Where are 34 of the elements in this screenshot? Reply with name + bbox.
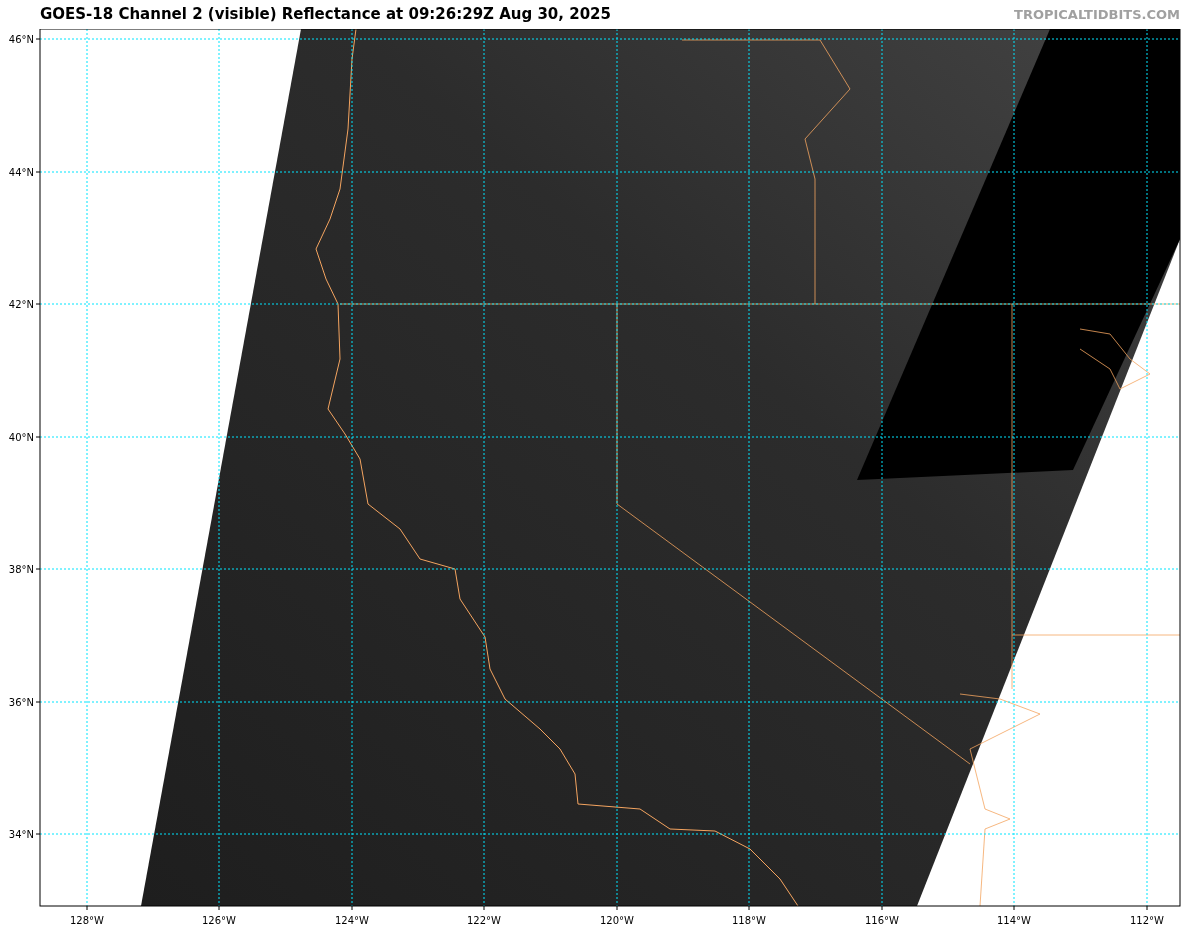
tick-mark <box>35 171 41 173</box>
tick-mark <box>35 436 41 438</box>
tick-mark <box>351 905 353 911</box>
tick-mark <box>881 905 883 911</box>
tick-mark <box>35 568 41 570</box>
tick-mark <box>35 38 41 40</box>
tick-mark <box>35 833 41 835</box>
tick-mark <box>35 701 41 703</box>
longitude-label: 122°W <box>467 915 501 926</box>
plot-title: GOES-18 Channel 2 (visible) Reflectance at 09:26:29Z Aug 30, 2025 <box>40 4 611 26</box>
tick-mark <box>1146 905 1148 911</box>
longitude-label: 128°W <box>70 915 104 926</box>
longitude-label: 114°W <box>997 915 1031 926</box>
site-credit: TROPICALTIDBITS.COM <box>1014 5 1180 24</box>
longitude-label: 124°W <box>335 915 369 926</box>
latitude-label: 38°N <box>8 564 34 575</box>
latitude-label: 44°N <box>8 167 34 178</box>
tick-mark <box>218 905 220 911</box>
latitude-label: 34°N <box>8 829 34 840</box>
tick-mark <box>1013 905 1015 911</box>
latitude-label: 46°N <box>8 34 34 45</box>
longitude-label: 120°W <box>600 915 634 926</box>
longitude-label: 116°W <box>865 915 899 926</box>
latitude-label: 42°N <box>8 299 34 310</box>
longitude-label: 118°W <box>732 915 766 926</box>
longitude-label: 126°W <box>202 915 236 926</box>
tick-mark <box>748 905 750 911</box>
tick-mark <box>483 905 485 911</box>
tick-mark <box>616 905 618 911</box>
longitude-label: 112°W <box>1130 915 1164 926</box>
tick-mark <box>35 303 41 305</box>
tick-mark <box>86 905 88 911</box>
latitude-label: 40°N <box>8 432 34 443</box>
latitude-label: 36°N <box>8 697 34 708</box>
